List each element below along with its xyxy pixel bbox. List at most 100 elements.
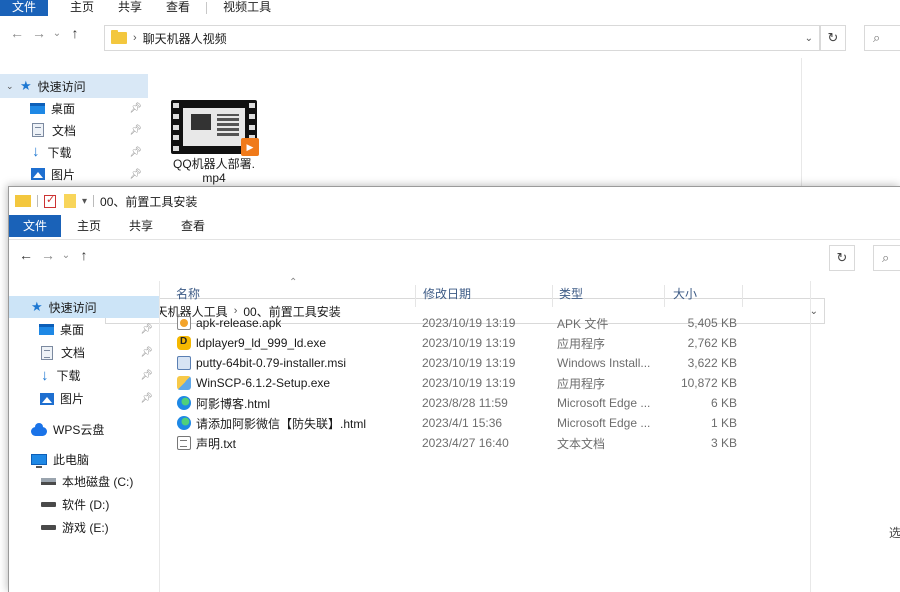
recent-locations-chevron-icon[interactable]: ⌄ bbox=[59, 250, 73, 261]
breadcrumb-item[interactable]: 聊天机器人视频 bbox=[143, 30, 227, 47]
desktop-icon bbox=[30, 102, 45, 114]
file-date: 2023/10/19 13:19 bbox=[422, 376, 516, 390]
address-bar[interactable]: › 聊天机器人视频 ⌄ bbox=[104, 25, 820, 51]
back-arrow-icon[interactable]: ← bbox=[6, 25, 28, 41]
play-badge-icon: ▶ bbox=[241, 138, 259, 156]
collapse-chevron-icon[interactable]: ⌄ bbox=[6, 81, 18, 92]
column-header-name[interactable]: 名称 bbox=[176, 284, 200, 304]
download-icon: ↓ bbox=[32, 143, 40, 160]
nav-item-downloads[interactable]: ↓ 下载 📌︎ bbox=[31, 364, 159, 387]
nav-label: 快速访问 bbox=[37, 79, 86, 94]
documents-icon bbox=[41, 345, 53, 360]
file-type: APK 文件 bbox=[557, 316, 609, 331]
apk-file-icon bbox=[177, 316, 191, 330]
tab-share[interactable]: 共享 bbox=[115, 215, 167, 237]
recent-locations-chevron-icon[interactable]: ⌄ bbox=[50, 28, 64, 39]
nav-item-pictures[interactable]: 图片 📌︎ bbox=[31, 387, 159, 410]
file-type: Microsoft Edge ... bbox=[557, 396, 651, 410]
nav-item-pictures[interactable]: 图片 📌︎ bbox=[6, 163, 148, 185]
nav-label: 图片 bbox=[51, 167, 76, 182]
file-row[interactable]: WinSCP-6.1.2-Setup.exe 2023/10/19 13:19 … bbox=[177, 373, 747, 393]
refresh-button[interactable]: ↻ bbox=[829, 245, 855, 271]
file-size: 3 KB bbox=[710, 436, 737, 450]
toolbar-separator bbox=[93, 195, 95, 207]
nav-item-desktop[interactable]: 桌面 📌︎ bbox=[31, 318, 159, 341]
nav-item-documents[interactable]: 文档 📌︎ bbox=[6, 119, 148, 141]
column-divider[interactable] bbox=[552, 285, 553, 307]
file-size: 6 KB bbox=[710, 396, 737, 410]
nav-label: 下载 bbox=[47, 145, 72, 160]
up-arrow-icon[interactable]: ↑ bbox=[64, 25, 86, 41]
nav-item-drive-e[interactable]: 游戏 (E:) bbox=[31, 516, 159, 539]
file-type: 文本文档 bbox=[557, 436, 606, 451]
file-size: 2,762 KB bbox=[687, 336, 737, 350]
nav-label: 桌面 bbox=[51, 101, 76, 116]
file-row[interactable]: putty-64bit-0.79-installer.msi 2023/10/1… bbox=[177, 353, 747, 373]
tab-view[interactable]: 查看 bbox=[154, 0, 202, 16]
back-arrow-icon[interactable]: ← bbox=[15, 247, 37, 263]
text-file-icon bbox=[177, 436, 191, 450]
properties-icon[interactable] bbox=[44, 193, 56, 208]
nav-item-drive-c[interactable]: 本地磁盘 (C:) bbox=[31, 470, 159, 493]
explorer-window-tools: ▾ 00、前置工具安装 文件 主页 共享 查看 ← → ⌄ ↑ › 聊天机器人工… bbox=[8, 186, 900, 592]
file-type: Windows Install... bbox=[557, 356, 651, 370]
search-box[interactable]: ⌕ bbox=[873, 245, 900, 271]
nav-item-desktop[interactable]: 桌面 📌︎ bbox=[6, 97, 148, 119]
file-row[interactable]: 阿影博客.html 2023/8/28 11:59 Microsoft Edge… bbox=[177, 393, 747, 413]
nav-label: WPS云盘 bbox=[53, 422, 105, 437]
navigation-bar: ← → ⌄ ↑ bbox=[6, 25, 86, 41]
search-icon: ⌕ bbox=[873, 30, 881, 45]
up-arrow-icon[interactable]: ↑ bbox=[73, 247, 95, 263]
tab-view[interactable]: 查看 bbox=[167, 215, 219, 237]
column-header-type[interactable]: 类型 bbox=[559, 284, 583, 304]
file-row[interactable]: 请添加阿影微信【防失联】.html 2023/4/1 15:36 Microso… bbox=[177, 413, 747, 433]
column-header-date[interactable]: 修改日期 bbox=[423, 284, 471, 304]
details-pane-text: 选 bbox=[889, 526, 900, 540]
refresh-button[interactable]: ↻ bbox=[820, 25, 846, 51]
tab-home[interactable]: 主页 bbox=[48, 0, 106, 16]
sort-ascending-icon: ⌃ bbox=[289, 277, 298, 288]
customize-toolbar-chevron-icon[interactable]: ▾ bbox=[82, 196, 87, 207]
tab-video-tools[interactable]: 视频工具 bbox=[211, 0, 283, 16]
file-tile-video[interactable]: ▶ QQ机器人部署. mp4 bbox=[168, 100, 260, 185]
cloud-icon bbox=[31, 422, 47, 436]
tab-file[interactable]: 文件 bbox=[9, 215, 62, 237]
file-name: apk-release.apk bbox=[196, 316, 282, 330]
file-name: WinSCP-6.1.2-Setup.exe bbox=[196, 376, 331, 390]
ribbon-tabs: 文件 主页 共享 查看 bbox=[9, 215, 900, 237]
tab-home[interactable]: 主页 bbox=[61, 215, 115, 237]
column-header-size[interactable]: 大小 bbox=[673, 284, 697, 304]
nav-label: 本地磁盘 (C:) bbox=[62, 475, 134, 489]
file-row[interactable]: apk-release.apk 2023/10/19 13:19 APK 文件 … bbox=[177, 313, 747, 333]
title-bar: ▾ 00、前置工具安装 bbox=[9, 187, 900, 215]
nav-quick-access[interactable]: ⌄ ★ 快速访问 bbox=[6, 75, 148, 97]
nav-item-documents[interactable]: 文档 📌︎ bbox=[31, 341, 159, 364]
file-date: 2023/8/28 11:59 bbox=[422, 396, 508, 410]
column-divider[interactable] bbox=[664, 285, 665, 307]
column-divider[interactable] bbox=[415, 285, 416, 307]
column-divider[interactable] bbox=[742, 285, 743, 307]
nav-item-wps-cloud[interactable]: WPS云盘 bbox=[31, 418, 159, 440]
nav-item-this-pc[interactable]: 此电脑 bbox=[31, 448, 159, 470]
breadcrumb-chevron-icon[interactable]: › bbox=[133, 32, 137, 44]
nav-item-downloads[interactable]: ↓ 下载 📌︎ bbox=[6, 141, 148, 163]
nav-label: 桌面 bbox=[60, 323, 85, 337]
file-row[interactable]: ldplayer9_ld_999_ld.exe 2023/10/19 13:19… bbox=[177, 333, 747, 353]
file-name: 声明.txt bbox=[196, 436, 237, 451]
nav-quick-access[interactable]: ★ 快速访问 bbox=[31, 296, 159, 318]
nav-item-drive-d[interactable]: 软件 (D:) bbox=[31, 493, 159, 516]
folder-icon bbox=[111, 30, 127, 44]
file-date: 2023/10/19 13:19 bbox=[422, 316, 516, 330]
search-box[interactable]: ⌕ bbox=[864, 25, 900, 51]
tab-share[interactable]: 共享 bbox=[106, 0, 154, 16]
edge-html-icon bbox=[177, 396, 191, 410]
nav-pane-divider bbox=[159, 281, 160, 592]
address-dropdown-icon[interactable]: ⌄ bbox=[805, 33, 813, 44]
tab-file[interactable]: 文件 bbox=[0, 0, 49, 16]
file-row[interactable]: 声明.txt 2023/4/27 16:40 文本文档 3 KB bbox=[177, 433, 747, 453]
forward-arrow-icon[interactable]: → bbox=[28, 25, 50, 41]
new-folder-icon[interactable] bbox=[64, 194, 76, 208]
file-type: Microsoft Edge ... bbox=[557, 416, 651, 430]
forward-arrow-icon[interactable]: → bbox=[37, 247, 59, 263]
pin-icon: 📌︎ bbox=[129, 124, 142, 136]
